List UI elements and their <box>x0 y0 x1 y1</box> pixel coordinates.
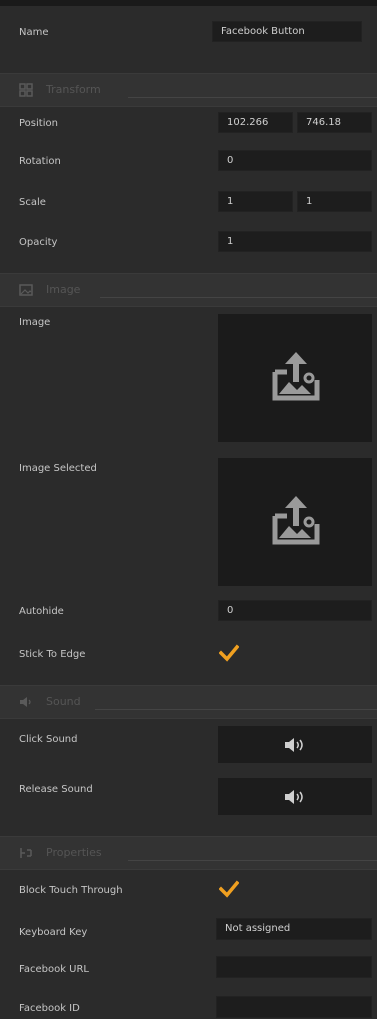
section-divider <box>128 97 377 98</box>
section-properties[interactable]: Properties <box>0 836 377 870</box>
image-selected-upload-box[interactable] <box>218 458 372 586</box>
properties-icon <box>19 846 33 860</box>
release-sound-label: Release Sound <box>19 784 93 795</box>
block-touch-checkbox[interactable] <box>218 880 240 898</box>
scale-y-field[interactable]: 1 <box>297 191 372 212</box>
image-selected-label: Image Selected <box>19 463 97 474</box>
opacity-field[interactable]: 1 <box>218 231 372 252</box>
section-transform[interactable]: Transform <box>0 73 377 107</box>
keyboard-key-field[interactable]: Not assigned <box>216 918 372 940</box>
rotation-field[interactable]: 0 <box>218 150 372 171</box>
image-upload-icon <box>272 496 320 545</box>
image-upload-box[interactable] <box>218 314 372 442</box>
image-icon <box>19 283 33 297</box>
section-divider <box>100 297 377 298</box>
opacity-label: Opacity <box>19 237 58 248</box>
section-title-properties: Properties <box>46 846 102 859</box>
click-sound-label: Click Sound <box>19 734 78 745</box>
section-sound[interactable]: Sound <box>0 685 377 719</box>
stick-to-edge-label: Stick To Edge <box>19 649 86 660</box>
autohide-label: Autohide <box>19 606 64 617</box>
section-title-image: Image <box>46 283 81 296</box>
facebook-id-label: Facebook ID <box>19 1003 80 1014</box>
scale-label: Scale <box>19 197 46 208</box>
checkmark-icon <box>218 880 240 898</box>
release-sound-button[interactable] <box>218 778 372 815</box>
position-y-field[interactable]: 746.18 <box>297 112 372 133</box>
speaker-icon <box>19 695 33 709</box>
name-label: Name <box>19 27 49 38</box>
section-title-transform: Transform <box>46 83 101 96</box>
section-title-sound: Sound <box>46 695 81 708</box>
position-label: Position <box>19 118 58 129</box>
autohide-field[interactable]: 0 <box>218 600 372 621</box>
facebook-url-label: Facebook URL <box>19 964 90 975</box>
facebook-id-field[interactable] <box>216 996 372 1018</box>
name-field[interactable]: Facebook Button <box>212 21 362 42</box>
top-bar <box>0 0 377 6</box>
speaker-icon <box>285 790 303 804</box>
speaker-icon <box>285 738 303 752</box>
scale-x-field[interactable]: 1 <box>218 191 293 212</box>
block-touch-label: Block Touch Through <box>19 885 123 896</box>
facebook-url-field[interactable] <box>216 956 372 978</box>
image-upload-icon <box>272 352 320 401</box>
section-divider <box>128 860 377 861</box>
image-label: Image <box>19 317 51 328</box>
checkmark-icon <box>218 644 240 662</box>
position-x-field[interactable]: 102.266 <box>218 112 293 133</box>
keyboard-key-label: Keyboard Key <box>19 927 88 938</box>
grid-icon <box>19 83 33 97</box>
section-divider <box>95 709 377 710</box>
rotation-label: Rotation <box>19 156 61 167</box>
section-image[interactable]: Image <box>0 273 377 307</box>
stick-to-edge-checkbox[interactable] <box>218 644 240 662</box>
click-sound-button[interactable] <box>218 726 372 763</box>
